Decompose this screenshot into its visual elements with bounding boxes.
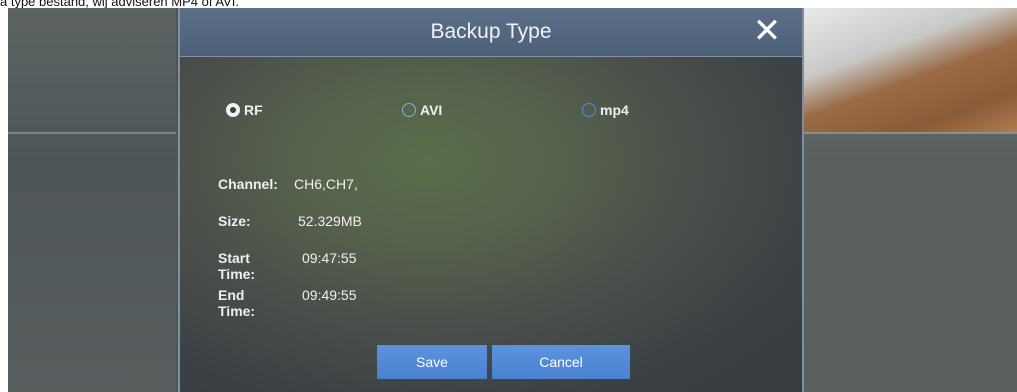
radio-avi[interactable]: AVI (402, 100, 442, 120)
save-button[interactable]: Save (377, 345, 487, 379)
radio-unchecked-icon[interactable] (582, 103, 596, 117)
radio-mp4[interactable]: mp4 (582, 100, 629, 120)
camera-pane-left (8, 8, 176, 392)
radio-avi-label: AVI (420, 102, 443, 118)
dialog-title: Backup Type (430, 20, 552, 43)
close-icon[interactable]: ✕ (750, 14, 784, 48)
caption-text: a type bestand, wij adviseren MP4 of AVI… (0, 0, 239, 9)
radio-mp4-label: mp4 (600, 102, 629, 118)
backup-type-dialog: Backup Type ✕ RF AVI mp4 Channel: CH6,CH… (178, 8, 804, 392)
start-time-label: Start Time: (218, 250, 256, 282)
channel-value: CH6,CH7, (294, 176, 358, 192)
radio-rf[interactable]: RF (226, 100, 263, 120)
pane-divider (8, 132, 176, 134)
channel-label: Channel: (218, 176, 278, 192)
camera-feed-floor (803, 8, 1017, 132)
dialog-title-bar: Backup Type ✕ (180, 8, 802, 57)
start-time-value: 09:47:55 (302, 250, 357, 266)
size-label: Size: (218, 213, 251, 229)
radio-unchecked-icon[interactable] (402, 103, 416, 117)
radio-rf-label: RF (244, 102, 263, 118)
radio-checked-icon[interactable] (226, 103, 240, 117)
end-time-label: End Time: (218, 287, 256, 319)
end-time-value: 09:49:55 (302, 287, 357, 303)
pane-divider (803, 132, 1017, 134)
size-value: 52.329MB (298, 213, 362, 229)
cancel-button[interactable]: Cancel (492, 345, 630, 379)
